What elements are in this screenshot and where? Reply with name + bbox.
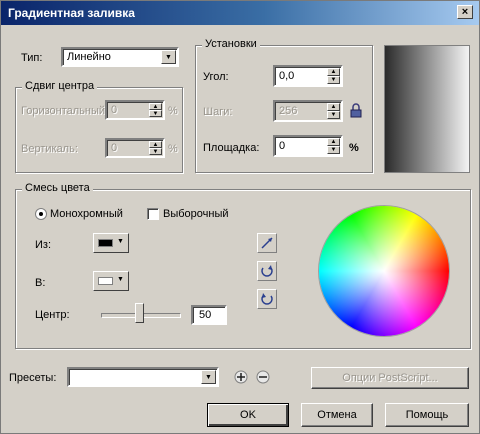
- midpoint-slider-thumb[interactable]: [135, 303, 144, 323]
- angle-value: 0,0: [279, 70, 295, 82]
- gradient-fill-dialog: Градиентная заливка × Тип: Линейно ▼ Сдв…: [0, 0, 480, 434]
- lock-icon[interactable]: [349, 103, 363, 119]
- close-button[interactable]: ×: [457, 5, 473, 19]
- edge-pad-spinner[interactable]: ▲ ▼: [327, 138, 340, 154]
- vertical-spinner[interactable]: ▲ ▼: [149, 141, 162, 155]
- angle-field[interactable]: 0,0 ▲ ▼: [273, 65, 343, 87]
- horizontal-spinner[interactable]: ▲ ▼: [149, 103, 162, 117]
- horizontal-label: Горизонтальный:: [21, 105, 109, 117]
- cancel-button[interactable]: Отмена: [301, 403, 373, 427]
- steps-field[interactable]: 256 ▲ ▼: [273, 100, 343, 122]
- chevron-down-icon[interactable]: ▼: [201, 370, 216, 384]
- angle-spinner[interactable]: ▲ ▼: [327, 68, 340, 84]
- steps-spinner[interactable]: ▲ ▼: [327, 103, 340, 119]
- center-offset-title: Сдвиг центра: [22, 80, 98, 92]
- from-label: Из:: [35, 239, 52, 251]
- title-bar[interactable]: Градиентная заливка ×: [1, 1, 479, 25]
- steps-value: 256: [279, 105, 298, 117]
- custom-label: Выборочный: [163, 208, 229, 220]
- to-label: В:: [35, 277, 46, 289]
- midpoint-label: Центр:: [35, 309, 70, 321]
- vertical-unit: %: [168, 143, 178, 155]
- edge-pad-label: Площадка:: [203, 142, 260, 154]
- settings-title: Установки: [202, 38, 260, 50]
- presets-dropdown[interactable]: ▼: [67, 367, 219, 387]
- clockwise-path-icon[interactable]: [257, 289, 277, 309]
- custom-checkbox[interactable]: [147, 208, 159, 220]
- ok-button[interactable]: OK: [207, 403, 289, 427]
- radio-dot: [39, 212, 43, 216]
- minus-icon[interactable]: [255, 368, 271, 386]
- angle-label: Угол:: [203, 71, 229, 83]
- type-dropdown[interactable]: Линейно ▼: [61, 47, 179, 67]
- horizontal-value: 0: [111, 104, 118, 116]
- from-color-picker[interactable]: ▼: [93, 233, 129, 253]
- type-label: Тип:: [21, 52, 43, 64]
- midpoint-field[interactable]: 50: [191, 305, 227, 325]
- color-blend-title: Смесь цвета: [22, 182, 93, 194]
- postscript-options-button[interactable]: Опции PostScript...: [311, 367, 469, 389]
- counterclockwise-path-icon[interactable]: [257, 261, 277, 281]
- edge-pad-field[interactable]: 0 ▲ ▼: [273, 135, 343, 157]
- vertical-value: 0: [111, 142, 118, 154]
- gradient-preview: [384, 45, 470, 173]
- edge-pad-value: 0: [279, 140, 286, 152]
- help-button[interactable]: Помощь: [385, 403, 469, 427]
- edge-pad-unit: %: [349, 142, 359, 154]
- steps-label: Шаги:: [203, 106, 233, 118]
- chevron-down-icon: ▼: [117, 276, 124, 283]
- horizontal-unit: %: [168, 105, 178, 117]
- chevron-down-icon: ▼: [117, 238, 124, 245]
- vertical-label: Вертикаль:: [21, 143, 78, 155]
- close-icon: ×: [461, 6, 469, 18]
- direct-path-icon[interactable]: [257, 233, 277, 253]
- chevron-down-icon[interactable]: ▼: [161, 50, 176, 64]
- midpoint-value: 50: [199, 309, 212, 321]
- dialog-title: Градиентная заливка: [8, 6, 135, 20]
- plus-icon[interactable]: [233, 368, 249, 386]
- presets-label: Пресеты:: [9, 372, 57, 384]
- color-wheel[interactable]: [319, 206, 449, 336]
- to-color-picker[interactable]: ▼: [93, 271, 129, 291]
- horizontal-field[interactable]: 0 ▲ ▼: [105, 100, 165, 120]
- type-dropdown-value: Линейно: [67, 51, 111, 63]
- two-color-label: Монохромный: [50, 208, 123, 220]
- vertical-field[interactable]: 0 ▲ ▼: [105, 138, 165, 158]
- two-color-radio[interactable]: [35, 208, 47, 220]
- from-color-swatch: [98, 239, 113, 247]
- to-color-swatch: [98, 277, 113, 285]
